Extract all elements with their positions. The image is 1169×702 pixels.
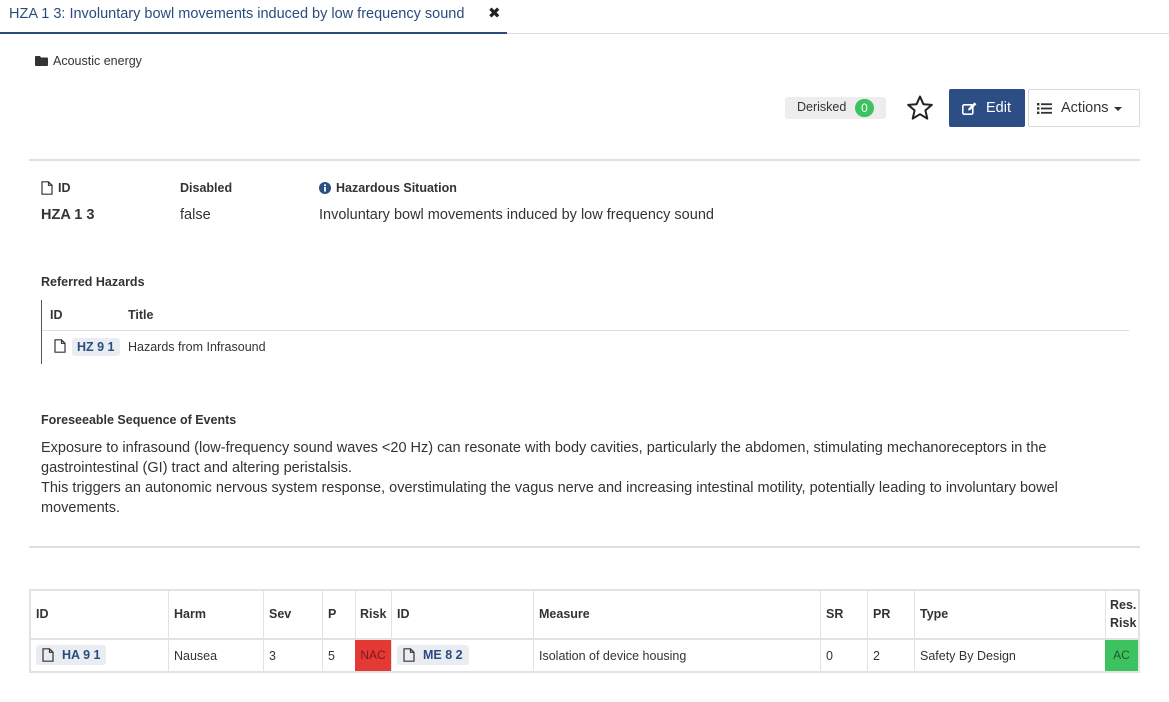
header-harm-id: ID — [36, 607, 49, 621]
sr-cell: 0 — [826, 649, 833, 663]
header-res-risk: Risk — [1110, 616, 1137, 630]
column-header-id: ID — [50, 308, 63, 322]
hazardous-situation-value: Involuntary bowl movements induced by lo… — [319, 207, 714, 223]
caret-down-icon — [1113, 107, 1122, 111]
edit-button[interactable]: Edit — [949, 89, 1025, 127]
hazardous-situation-label: Hazardous Situation — [319, 181, 457, 195]
folder-icon — [35, 56, 48, 66]
type-cell: Safety By Design — [920, 649, 1016, 663]
header-pr: PR — [873, 607, 891, 621]
risk-cell: NAC — [355, 640, 391, 671]
file-icon — [42, 648, 54, 662]
harm-id-link[interactable]: HA 9 1 — [36, 645, 107, 665]
table-row: HZ 9 1 Hazards from Infrasound — [42, 337, 1129, 359]
sequence-heading: Foreseeable Sequence of Events — [41, 413, 237, 427]
file-icon — [41, 181, 53, 195]
breadcrumb-label[interactable]: Acoustic energy — [53, 54, 142, 68]
sev-cell: 3 — [269, 649, 276, 663]
header-type: Type — [920, 607, 949, 621]
measure-id-text[interactable]: ME 8 2 — [423, 648, 463, 662]
header-divider — [42, 330, 1129, 331]
header-res: Res. — [1110, 598, 1137, 612]
star-icon[interactable] — [906, 94, 934, 122]
sequence-line-1: Exposure to infrasound (low-frequency so… — [41, 440, 1047, 476]
tab-bar: HZA 1 3: Involuntary bowl movements indu… — [0, 0, 1169, 34]
risk-table: ID Harm Sev P Risk ID Measure SR PR Type… — [29, 589, 1140, 673]
referred-hazards-table: ID Title HZ 9 1 Hazards from Infrasound — [41, 300, 1129, 364]
header-measure: Measure — [539, 607, 590, 621]
header-harm: Harm — [174, 607, 206, 621]
file-icon — [54, 339, 66, 353]
id-value: HZA 1 3 — [41, 207, 95, 223]
info-icon[interactable] — [319, 182, 331, 194]
column-header-title: Title — [128, 308, 154, 322]
hazard-id-link[interactable]: HZ 9 1 — [72, 338, 120, 356]
header-sr: SR — [826, 607, 844, 621]
file-icon — [403, 648, 415, 662]
divider — [29, 159, 1140, 161]
harm-id-text[interactable]: HA 9 1 — [62, 648, 100, 662]
divider — [29, 546, 1140, 548]
header-sev: Sev — [269, 607, 292, 621]
residual-risk-cell: AC — [1105, 640, 1138, 671]
measure-cell: Isolation of device housing — [539, 649, 687, 663]
harm-cell: Nausea — [174, 649, 218, 663]
edit-label[interactable]: Edit — [986, 100, 1011, 116]
disabled-label: Disabled — [180, 181, 233, 195]
tab-title[interactable]: HZA 1 3: Involuntary bowl movements indu… — [9, 6, 464, 22]
edit-icon — [962, 101, 977, 115]
disabled-value: false — [180, 207, 211, 223]
breadcrumb[interactable]: Acoustic energy — [35, 54, 142, 68]
derisked-count: 0 — [855, 99, 874, 117]
sequence-text: Exposure to infrasound (low-frequency so… — [41, 438, 1121, 518]
header-measure-id: ID — [397, 607, 410, 621]
actions-dropdown[interactable]: Actions — [1028, 89, 1140, 127]
actions-label[interactable]: Actions — [1061, 100, 1109, 116]
derisked-label: Derisked — [797, 100, 847, 114]
id-label: ID — [41, 181, 71, 195]
derisked-badge: Derisked 0 — [785, 97, 886, 119]
situation-label-text: Hazardous Situation — [336, 181, 457, 195]
header-p: P — [328, 607, 337, 621]
list-icon — [1037, 102, 1052, 114]
sequence-line-2: This triggers an autonomic nervous syste… — [41, 480, 1058, 516]
close-icon[interactable]: ✖ — [488, 6, 502, 22]
p-cell: 5 — [328, 649, 335, 663]
pr-cell: 2 — [873, 649, 880, 663]
referred-hazards-heading: Referred Hazards — [41, 275, 145, 289]
measure-id-link[interactable]: ME 8 2 — [397, 645, 469, 665]
id-label-text: ID — [58, 181, 71, 195]
header-risk: Risk — [360, 607, 387, 621]
tab-hazardous-situation[interactable]: HZA 1 3: Involuntary bowl movements indu… — [0, 0, 507, 34]
hazard-title: Hazards from Infrasound — [128, 340, 266, 354]
